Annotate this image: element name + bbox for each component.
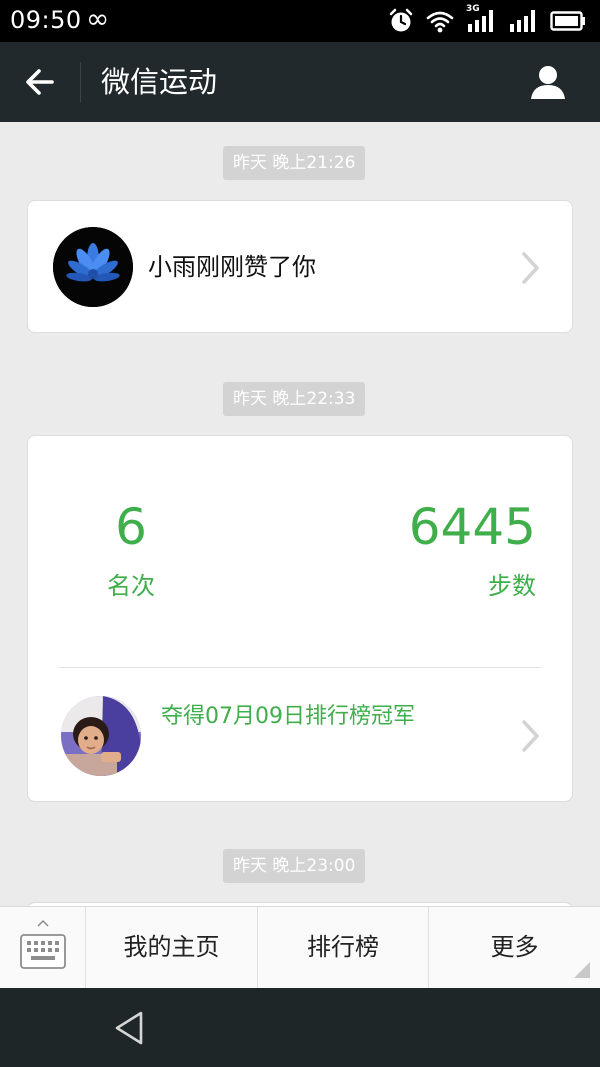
like-message: 小雨刚刚赞了你: [148, 253, 316, 281]
like-card[interactable]: 小雨刚刚赞了你: [27, 200, 573, 333]
avatar[interactable]: [61, 696, 141, 776]
blue-lotus-avatar: [53, 227, 133, 307]
corner-triangle-icon: [574, 962, 590, 978]
menu-my-homepage[interactable]: 我的主页: [86, 907, 258, 988]
steps-label: 步数: [488, 572, 536, 600]
steps-value: 6445: [408, 498, 536, 556]
title-bar: 微信运动: [0, 42, 600, 122]
status-icons: 3G: [388, 4, 586, 36]
page-title: 微信运动: [101, 65, 218, 99]
ranking-card[interactable]: 6 名次 6445 步数 夺得07月09日排行榜冠军: [27, 435, 573, 802]
card-divider: [59, 667, 541, 668]
bottom-menu: 我的主页 排行榜 更多: [0, 906, 600, 988]
status-bar: 09:50 ∞ 3G: [0, 0, 600, 42]
chevron-right-icon[interactable]: [520, 250, 542, 286]
timestamp-label: 昨天 晚上23:00: [223, 849, 366, 883]
avatar[interactable]: [53, 227, 133, 307]
navigation-bar: [0, 988, 600, 1067]
profile-button[interactable]: [528, 60, 568, 104]
timestamp-label: 昨天 晚上22:33: [223, 382, 366, 416]
rank-value: 6: [115, 498, 147, 556]
rank-label: 名次: [107, 572, 155, 600]
keyboard-toggle-button[interactable]: [0, 907, 86, 988]
menu-leaderboard[interactable]: 排行榜: [258, 907, 429, 988]
signal-3g-icon: 3G: [466, 4, 496, 34]
nav-back-icon[interactable]: [110, 1008, 150, 1048]
chevron-right-icon[interactable]: [520, 718, 542, 754]
wifi-icon: [426, 11, 454, 33]
back-button[interactable]: [18, 62, 62, 102]
champion-message: 夺得07月09日排行榜冠军: [161, 704, 415, 729]
sport-feed[interactable]: 昨天 晚上21:26 小雨刚刚赞了你 昨天 晚上22:33 6 名次 6445 …: [0, 122, 600, 906]
status-time: 09:50: [10, 6, 82, 34]
timestamp-label: 昨天 晚上21:26: [223, 146, 366, 180]
battery-icon: [550, 11, 585, 31]
person-icon: [531, 66, 565, 99]
signal-icon: [510, 10, 535, 32]
alarm-icon: [389, 8, 413, 32]
arrow-left-icon: [26, 69, 54, 95]
infinity-icon: ∞: [86, 2, 110, 35]
keyboard-icon: [20, 920, 66, 969]
child-photo-avatar: [61, 696, 141, 776]
title-divider: [80, 62, 81, 102]
